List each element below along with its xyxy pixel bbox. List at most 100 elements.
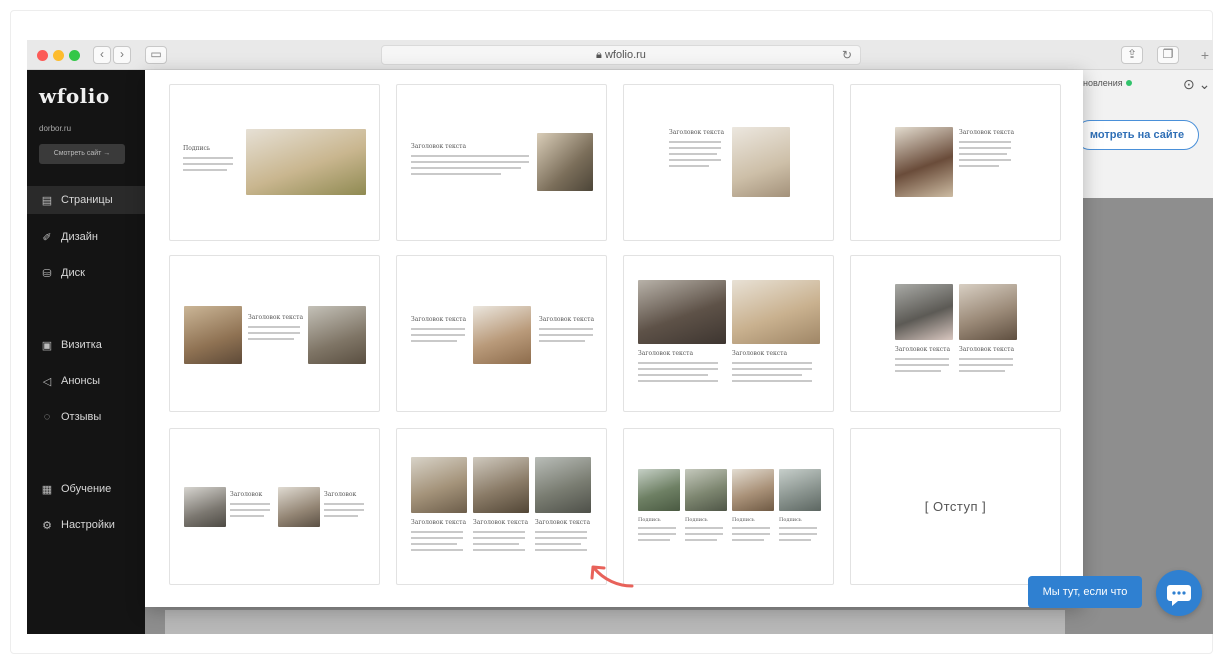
sidebar-item-label: Диск xyxy=(61,267,85,279)
updates-status: новления xyxy=(1083,78,1132,88)
sidebar-item-label: Анонсы xyxy=(61,375,101,387)
block-title: Заголовок текста xyxy=(473,519,529,526)
share-icon[interactable]: ⇪ xyxy=(1121,46,1143,64)
content-strip xyxy=(165,610,1065,634)
chat-icon: ◌ xyxy=(43,411,51,423)
status-dot xyxy=(1125,80,1132,86)
photo-placeholder xyxy=(473,457,529,513)
photo-placeholder xyxy=(278,487,320,527)
photo-placeholder xyxy=(685,469,727,511)
photo-placeholder xyxy=(184,487,226,527)
book-icon: ▦ xyxy=(41,483,53,496)
zoom-window-button[interactable] xyxy=(69,50,80,61)
block-title: Заголовок текста xyxy=(411,143,467,150)
chat-bubble-icon[interactable] xyxy=(1156,570,1202,616)
app-sidebar: wfolio dorbor.ru Смотреть сайт → ▤ Стран… xyxy=(27,70,145,634)
sidebar-item-announcements[interactable]: ◁ Анонсы xyxy=(41,372,100,390)
site-domain: dorbor.ru xyxy=(39,124,72,133)
photo-placeholder xyxy=(535,457,591,513)
view-site-button[interactable]: Смотреть сайт → xyxy=(39,144,125,164)
sidebar-item-card[interactable]: ▣ Визитка xyxy=(41,336,102,354)
card-icon: ▣ xyxy=(41,339,53,352)
sidebar-item-pages[interactable]: ▤ Страницы xyxy=(27,186,145,214)
chevron-left-icon[interactable]: ‹ xyxy=(93,46,111,64)
block-title: Заголовок xyxy=(324,491,357,498)
photo-placeholder xyxy=(732,280,820,344)
sidebar-item-disk[interactable]: ⛁ Диск xyxy=(41,264,85,282)
sidebar-item-label: Дизайн xyxy=(61,231,98,243)
block-title: Заголовок текста xyxy=(959,346,1015,353)
block-picker-modal: Подпись Заголовок текста Заголовок текст… xyxy=(145,70,1083,607)
gear-icon: ⚙ xyxy=(42,519,52,532)
block-title: Заголовок текста xyxy=(895,346,951,353)
block-template-2[interactable]: Заголовок текста xyxy=(396,84,607,241)
reload-icon[interactable]: ↻ xyxy=(842,46,852,64)
photo-placeholder xyxy=(895,127,953,197)
sidebar-item-label: Страницы xyxy=(61,194,113,206)
block-template-8[interactable]: Заголовок текста Заголовок текста xyxy=(850,255,1061,412)
user-icon[interactable]: ⊙ ⌄ xyxy=(1183,76,1210,93)
logo: wfolio xyxy=(39,84,110,108)
block-title: Заголовок xyxy=(230,491,263,498)
block-title: Заголовок текста xyxy=(669,129,725,136)
sidebar-item-settings[interactable]: ⚙ Настройки xyxy=(41,516,115,534)
lock-icon: 🔒︎ xyxy=(596,49,602,61)
view-on-site-button[interactable]: мотреть на сайте xyxy=(1075,120,1199,150)
block-title: Подпись xyxy=(685,517,708,523)
arrow-annotation-icon xyxy=(590,565,634,588)
photo-placeholder xyxy=(959,284,1017,340)
block-title: Подпись xyxy=(732,517,755,523)
close-window-button[interactable] xyxy=(37,50,48,61)
photo-placeholder xyxy=(732,127,790,197)
tabs-icon[interactable]: ❐ xyxy=(1157,46,1179,64)
block-title: Заголовок текста xyxy=(539,316,595,323)
disk-icon: ⛁ xyxy=(42,267,52,280)
photo-placeholder xyxy=(779,469,821,511)
block-template-10[interactable]: Заголовок текста Заголовок текста Заголо… xyxy=(396,428,607,585)
block-template-7[interactable]: Заголовок текста Заголовок текста xyxy=(623,255,834,412)
page-icon: ▤ xyxy=(41,194,53,207)
block-title: Заголовок текста xyxy=(732,350,788,357)
photo-placeholder xyxy=(184,306,242,364)
block-template-6[interactable]: Заголовок текста Заголовок текста xyxy=(396,255,607,412)
sidebar-toggle-icon[interactable]: ▭ xyxy=(145,46,167,64)
megaphone-icon: ◁ xyxy=(42,375,52,388)
block-title: Заголовок текста xyxy=(411,519,467,526)
block-template-5[interactable]: Заголовок текста xyxy=(169,255,380,412)
url-text: wfolio.ru xyxy=(604,49,646,61)
block-template-9[interactable]: Заголовок Заголовок xyxy=(169,428,380,585)
chat-badge[interactable]: Мы тут, если что xyxy=(1028,576,1142,608)
sidebar-item-reviews[interactable]: ◌ Отзывы xyxy=(41,408,102,426)
block-title: Заголовок текста xyxy=(535,519,591,526)
block-template-11[interactable]: Подпись Подпись Подпись Подпись xyxy=(623,428,834,585)
block-title: Заголовок текста xyxy=(248,314,304,321)
block-title: Подпись xyxy=(638,517,661,523)
photo-placeholder xyxy=(537,133,593,191)
block-title: Заголовок текста xyxy=(411,316,467,323)
chevron-right-icon[interactable]: › xyxy=(113,46,131,64)
photo-placeholder xyxy=(473,306,531,364)
minimize-window-button[interactable] xyxy=(53,50,64,61)
sidebar-item-design[interactable]: ✐ Дизайн xyxy=(41,228,98,246)
sidebar-item-label: Визитка xyxy=(61,339,102,351)
sidebar-item-learning[interactable]: ▦ Обучение xyxy=(41,480,112,498)
block-title: Заголовок текста xyxy=(638,350,694,357)
new-tab-icon[interactable]: + xyxy=(1201,47,1209,63)
sidebar-item-label: Отзывы xyxy=(61,411,102,423)
browser-toolbar: ‹ › ▭ 🔒︎ wfolio.ru ↻ ⇪ ❐ + xyxy=(27,40,1213,70)
spacer-label: [ Отступ ] xyxy=(924,499,987,514)
photo-placeholder xyxy=(411,457,467,513)
photo-placeholder xyxy=(638,469,680,511)
block-template-1[interactable]: Подпись xyxy=(169,84,380,241)
sidebar-item-label: Обучение xyxy=(61,483,112,495)
block-template-3[interactable]: Заголовок текста xyxy=(623,84,834,241)
block-template-spacer[interactable]: [ Отступ ] xyxy=(850,428,1061,585)
sidebar-item-label: Настройки xyxy=(61,519,115,531)
block-title: Подпись xyxy=(183,145,211,152)
block-title: Подпись xyxy=(779,517,802,523)
address-bar[interactable]: 🔒︎ wfolio.ru ↻ xyxy=(381,45,861,65)
block-template-4[interactable]: Заголовок текста xyxy=(850,84,1061,241)
photo-placeholder xyxy=(246,129,366,195)
photo-placeholder xyxy=(732,469,774,511)
photo-placeholder xyxy=(308,306,366,364)
